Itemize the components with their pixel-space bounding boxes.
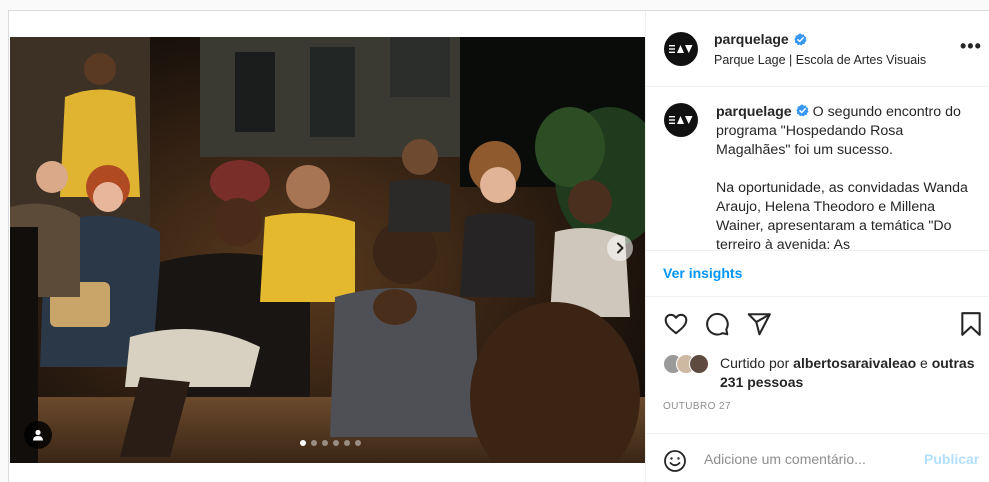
liker-username[interactable]: albertosaraivaleao: [793, 355, 916, 371]
likes-joiner: e: [920, 355, 928, 371]
post-date[interactable]: OUTUBRO 27: [663, 401, 731, 412]
heart-icon: [664, 313, 688, 335]
more-options-button[interactable]: •••: [960, 37, 982, 55]
caption-username[interactable]: parquelage: [716, 104, 792, 120]
header-username-row: parquelage: [714, 31, 807, 47]
insights-section: Ver insights: [646, 250, 989, 297]
like-button[interactable]: [663, 311, 689, 342]
account-subtitle: Parque Lage | Escola de Artes Visuais: [714, 53, 927, 67]
account-username[interactable]: parquelage: [714, 31, 789, 47]
liker-avatars[interactable]: [663, 354, 721, 376]
view-insights-link[interactable]: Ver insights: [663, 265, 742, 281]
parquelage-logo-icon: [669, 116, 693, 124]
verified-badge-icon: [794, 32, 807, 46]
emoji-icon: [664, 450, 686, 472]
comment-icon: [706, 312, 729, 336]
carousel-dot: [355, 440, 361, 446]
post-header: parquelage Parque Lage | Escola de Artes…: [646, 11, 989, 87]
carousel-dot: [311, 440, 317, 446]
user-icon: [33, 429, 43, 441]
post-side-panel: parquelage Parque Lage | Escola de Artes…: [645, 11, 989, 482]
account-avatar[interactable]: [664, 32, 698, 66]
caption-paragraph-2: Na oportunidade, as convidadas Wanda Ara…: [716, 180, 968, 250]
caption-text: parquelage O segundo encontro do program…: [716, 103, 974, 250]
chevron-right-icon: [617, 242, 624, 254]
carousel-dot: [300, 440, 306, 446]
likes-text: Curtido por albertosaraivaleao e outras …: [720, 354, 989, 392]
share-button[interactable]: [746, 311, 772, 342]
action-bar: [646, 307, 989, 343]
carousel-indicator: [300, 440, 361, 446]
publish-button[interactable]: Publicar: [924, 451, 979, 467]
comment-input[interactable]: [704, 447, 914, 471]
emoji-button[interactable]: [663, 449, 687, 478]
next-slide-button[interactable]: [607, 235, 633, 261]
bookmark-icon: [961, 312, 981, 336]
post-media[interactable]: [10, 37, 645, 463]
verified-badge-icon: [796, 104, 809, 117]
post-photo: [10, 37, 645, 463]
liker-avatar: [689, 354, 709, 374]
post-card: parquelage Parque Lage | Escola de Artes…: [8, 10, 989, 482]
save-button[interactable]: [959, 311, 983, 342]
comment-button[interactable]: [704, 311, 730, 342]
caption-area: parquelage O segundo encontro do program…: [646, 88, 989, 250]
carousel-dot: [344, 440, 350, 446]
share-icon: [747, 313, 771, 336]
likes-prefix: Curtido por: [720, 355, 790, 371]
tagged-users-button[interactable]: [24, 421, 52, 449]
caption-avatar[interactable]: [664, 103, 698, 137]
carousel-dot: [322, 440, 328, 446]
comment-bar: Publicar: [646, 433, 989, 482]
parquelage-logo-icon: [669, 45, 693, 53]
carousel-dot: [333, 440, 339, 446]
